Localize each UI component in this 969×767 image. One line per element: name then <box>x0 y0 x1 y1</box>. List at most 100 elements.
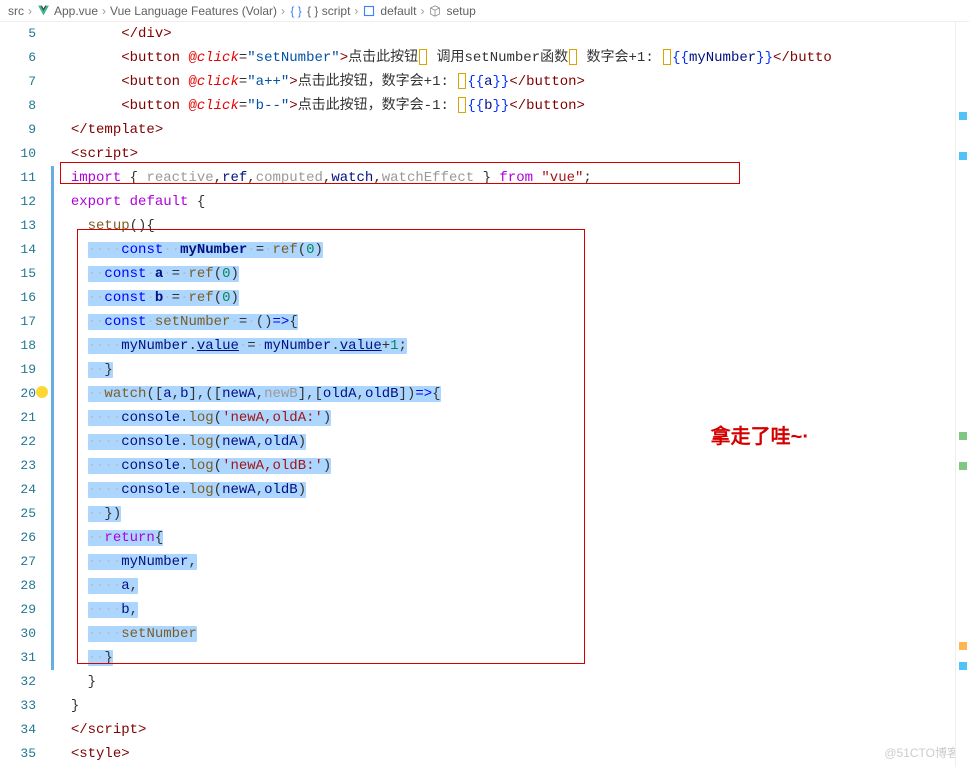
line-number: 11 <box>0 166 36 190</box>
lightbulb-icon[interactable] <box>36 386 48 398</box>
crumb-3[interactable]: { } script <box>307 4 350 18</box>
line-number: 7 <box>0 70 36 94</box>
code-line[interactable]: <script> <box>54 142 969 166</box>
line-number: 19 <box>0 358 36 382</box>
line-number: 20 <box>0 382 36 406</box>
cube-icon <box>428 4 442 18</box>
line-number: 28 <box>0 574 36 598</box>
crumb-2[interactable]: Vue Language Features (Volar) <box>110 4 277 18</box>
line-number: 30 <box>0 622 36 646</box>
modified-indicator <box>51 430 54 454</box>
modified-indicator <box>51 574 54 598</box>
line-number: 31 <box>0 646 36 670</box>
minimap-marker <box>959 432 967 440</box>
code-line[interactable]: ····console.log(newA,oldB) <box>54 478 969 502</box>
code-line[interactable]: ··} <box>54 646 969 670</box>
chevron-right-icon: › <box>102 4 106 18</box>
code-line[interactable]: ··const·b·=·ref(0) <box>54 286 969 310</box>
code-line[interactable]: ··const·a·=·ref(0) <box>54 262 969 286</box>
line-number: 14 <box>0 238 36 262</box>
code-line[interactable]: ····console.log(newA,oldA) <box>54 430 969 454</box>
line-number: 8 <box>0 94 36 118</box>
line-number: 33 <box>0 694 36 718</box>
crumb-4[interactable]: default <box>380 4 416 18</box>
code-line[interactable]: ····console.log('newA,oldB:') <box>54 454 969 478</box>
line-number: 32 <box>0 670 36 694</box>
crumb-0[interactable]: src <box>8 4 24 18</box>
code-line[interactable]: <button @click="setNumber">点击此按钮 调用setNu… <box>54 46 969 70</box>
modified-indicator <box>51 454 54 478</box>
modified-indicator <box>51 286 54 310</box>
modified-indicator <box>51 550 54 574</box>
code-line[interactable]: </script> <box>54 718 969 742</box>
modified-indicator <box>51 358 54 382</box>
code-line[interactable]: ··} <box>54 358 969 382</box>
code-area[interactable]: </div> <button @click="setNumber">点击此按钮 … <box>54 22 969 767</box>
braces-icon: { } <box>289 4 303 18</box>
minimap-marker <box>959 112 967 120</box>
line-number: 34 <box>0 718 36 742</box>
modified-indicator <box>51 526 54 550</box>
modified-indicator <box>51 190 54 214</box>
code-line[interactable]: } <box>54 694 969 718</box>
line-number: 24 <box>0 478 36 502</box>
minimap[interactable] <box>955 22 969 767</box>
line-number: 5 <box>0 22 36 46</box>
code-line[interactable]: </template> <box>54 118 969 142</box>
line-number: 27 <box>0 550 36 574</box>
code-line[interactable]: ····setNumber <box>54 622 969 646</box>
annotation-text: 拿走了哇~· <box>711 420 809 449</box>
code-line[interactable]: ····console.log('newA,oldA:') <box>54 406 969 430</box>
line-number: 6 <box>0 46 36 70</box>
code-line[interactable]: ····const··myNumber·=·ref(0) <box>54 238 969 262</box>
breadcrumb[interactable]: src › App.vue › Vue Language Features (Vol… <box>0 0 969 22</box>
code-line[interactable]: </div> <box>54 22 969 46</box>
modified-indicator <box>51 478 54 502</box>
code-line[interactable]: ··return{ <box>54 526 969 550</box>
line-number: 29 <box>0 598 36 622</box>
code-line[interactable]: ····b, <box>54 598 969 622</box>
modified-indicator <box>51 214 54 238</box>
line-number: 23 <box>0 454 36 478</box>
line-number: 17 <box>0 310 36 334</box>
line-number: 21 <box>0 406 36 430</box>
line-number: 25 <box>0 502 36 526</box>
line-number: 10 <box>0 142 36 166</box>
code-line[interactable]: ··const·setNumber·=·()=>{ <box>54 310 969 334</box>
code-line[interactable]: setup(){ <box>54 214 969 238</box>
minimap-marker <box>959 642 967 650</box>
code-line[interactable]: } <box>54 670 969 694</box>
chevron-right-icon: › <box>28 4 32 18</box>
code-line[interactable]: export default { <box>54 190 969 214</box>
modified-indicator <box>51 310 54 334</box>
chevron-right-icon: › <box>281 4 285 18</box>
line-number: 18 <box>0 334 36 358</box>
code-line[interactable]: ····myNumber.value·=·myNumber.value+1; <box>54 334 969 358</box>
line-number: 22 <box>0 430 36 454</box>
code-line[interactable]: <button @click="b--">点击此按钮，数字会-1: {{b}}<… <box>54 94 969 118</box>
line-number: 9 <box>0 118 36 142</box>
modified-indicator <box>51 334 54 358</box>
code-line[interactable]: <style> <box>54 742 969 766</box>
modified-indicator <box>51 598 54 622</box>
line-number: 13 <box>0 214 36 238</box>
line-number: 35 <box>0 742 36 766</box>
chevron-right-icon: › <box>420 4 424 18</box>
modified-indicator <box>51 166 54 190</box>
chevron-right-icon: › <box>354 4 358 18</box>
editor[interactable]: 5678910111213141516171819202122232425262… <box>0 22 969 767</box>
code-line[interactable]: ··watch([a,b],([newA,newB],[oldA,oldB])=… <box>54 382 969 406</box>
watermark: @51CTO博客 <box>884 744 959 761</box>
code-line[interactable]: import { reactive,ref,computed,watch,wat… <box>54 166 969 190</box>
vue-icon <box>36 4 50 18</box>
modified-indicator <box>51 406 54 430</box>
modified-indicator <box>51 622 54 646</box>
code-line[interactable]: ··}) <box>54 502 969 526</box>
code-line[interactable]: ····a, <box>54 574 969 598</box>
code-line[interactable]: ····myNumber, <box>54 550 969 574</box>
crumb-1[interactable]: App.vue <box>54 4 98 18</box>
crumb-5[interactable]: setup <box>446 4 475 18</box>
modified-indicator <box>51 646 54 670</box>
modified-indicator <box>51 502 54 526</box>
code-line[interactable]: <button @click="a++">点击此按钮，数字会+1: {{a}}<… <box>54 70 969 94</box>
